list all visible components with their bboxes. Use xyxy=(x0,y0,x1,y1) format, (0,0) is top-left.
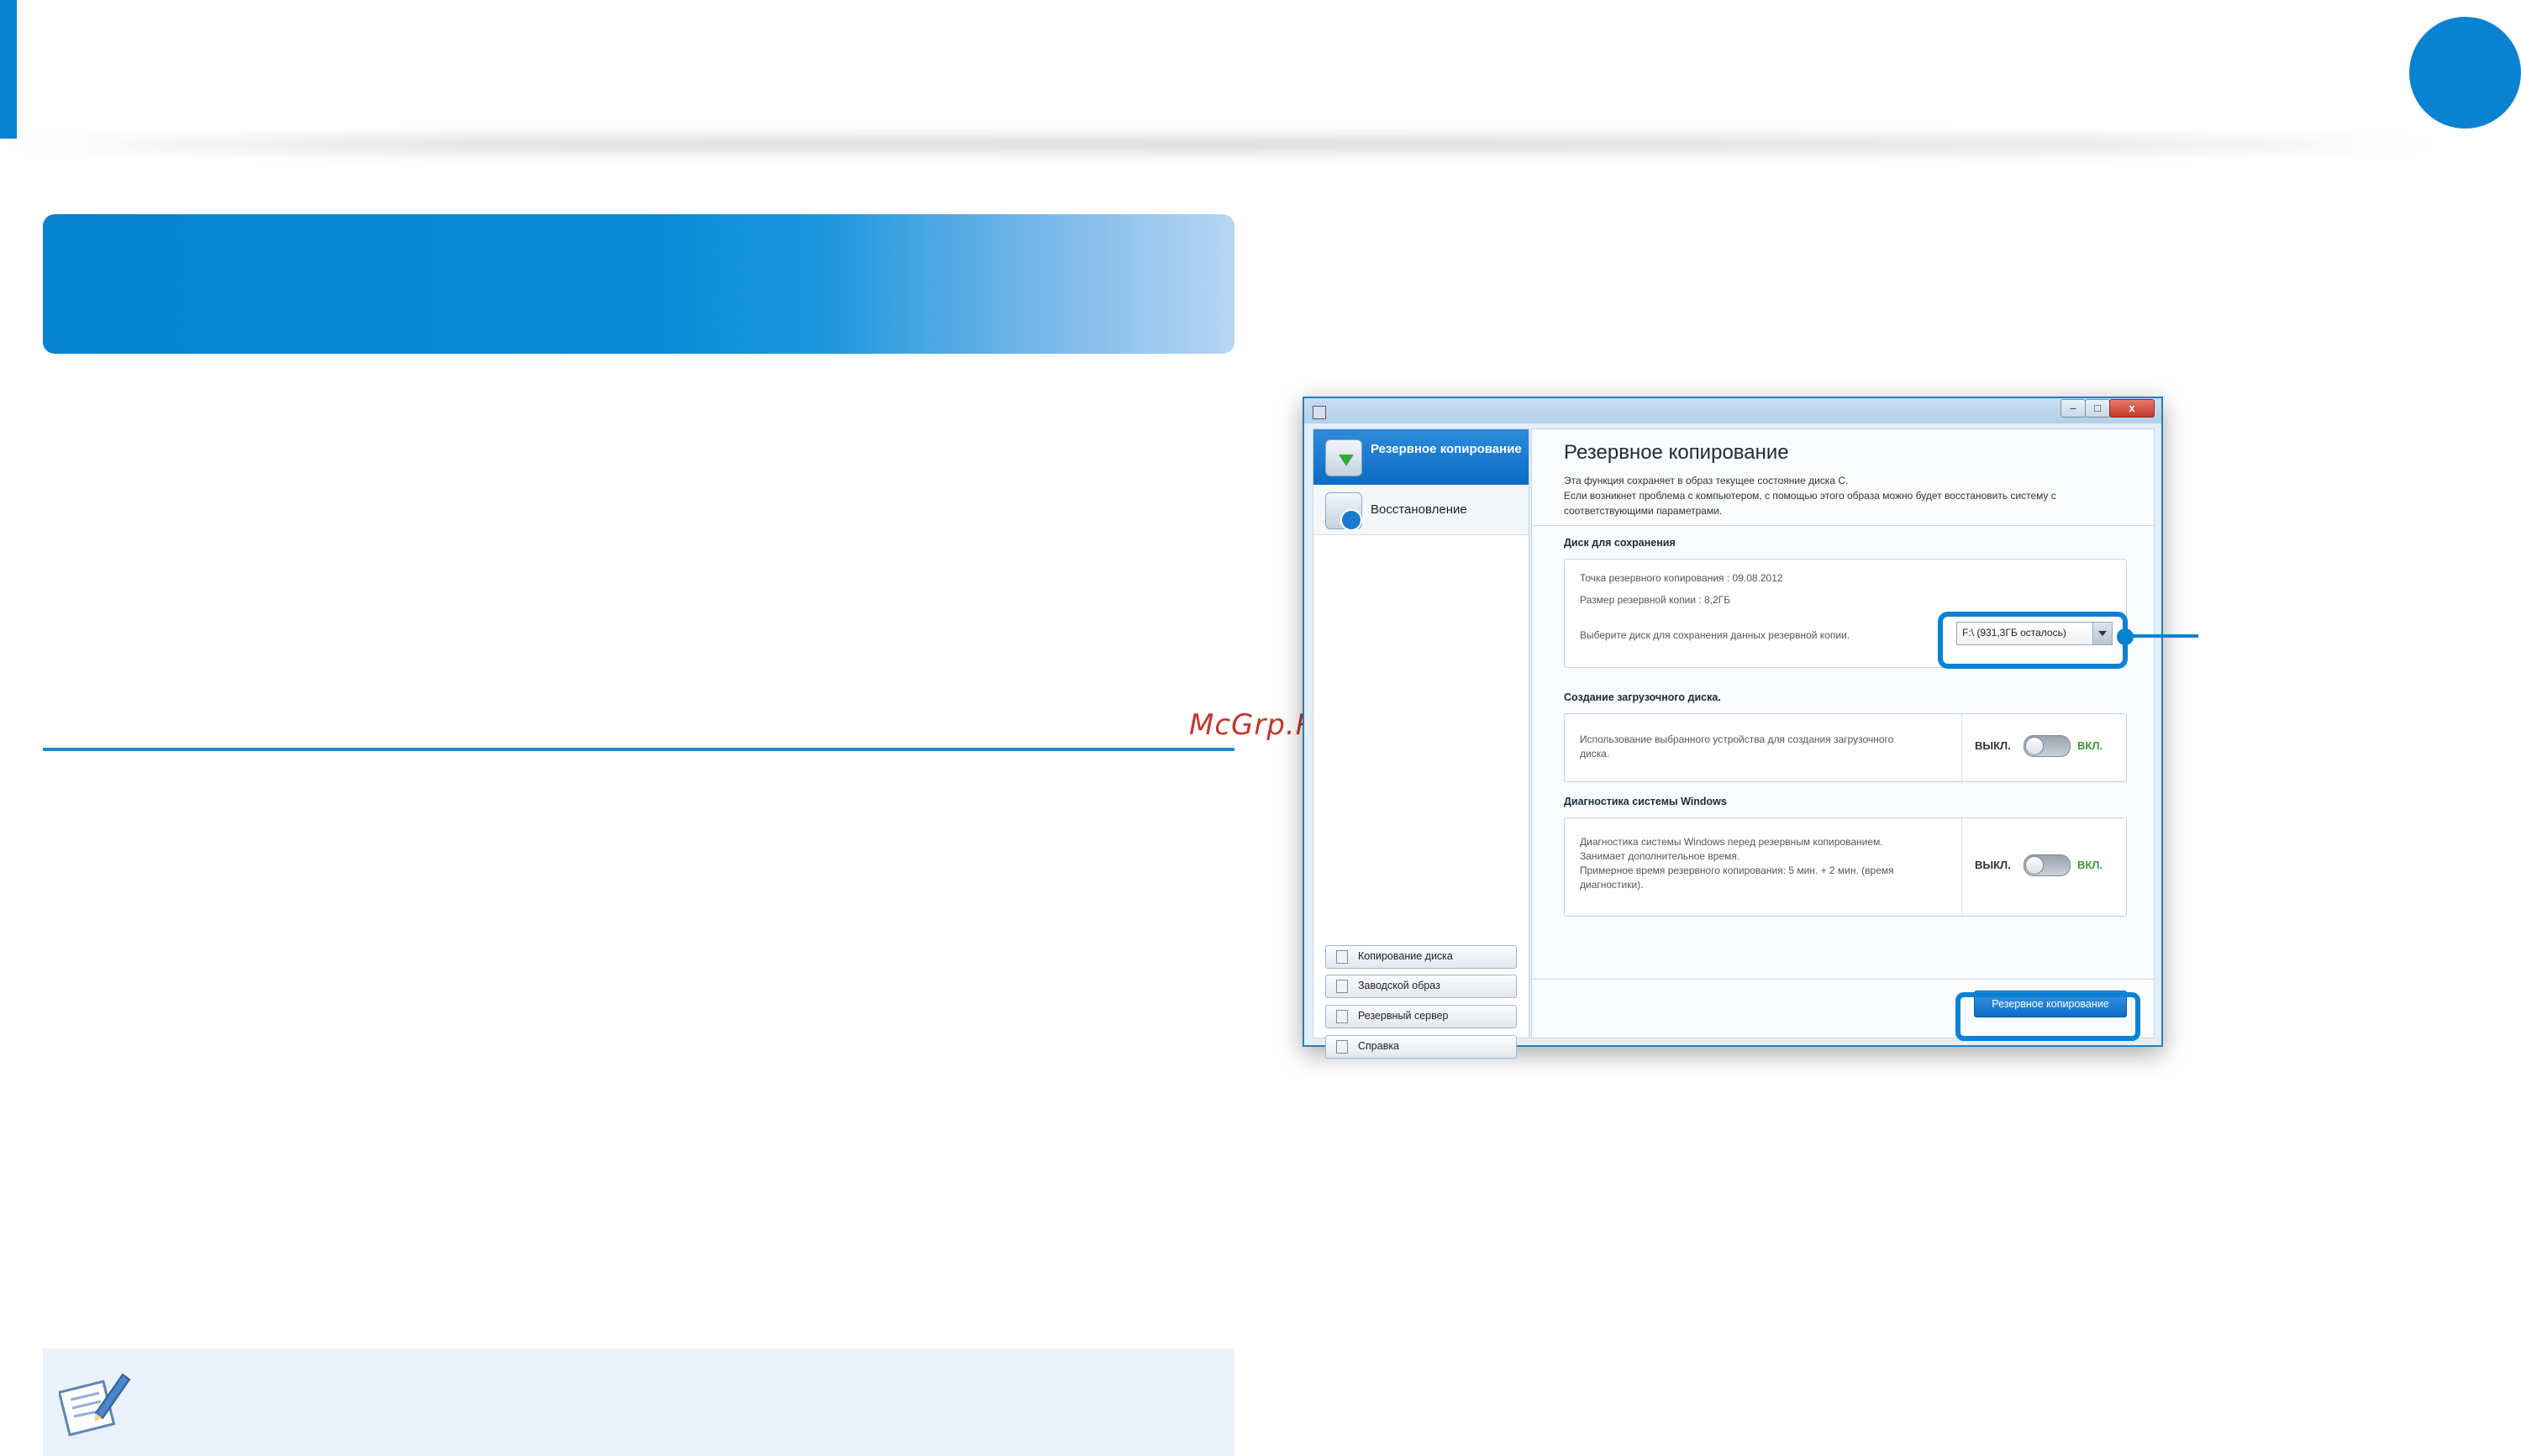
close-button[interactable]: x xyxy=(2109,399,2155,418)
diagnostics-text: Примерное время резервного копирования: … xyxy=(1580,865,1894,876)
diagnostics-toggle[interactable] xyxy=(2024,854,2071,876)
factory-image-icon xyxy=(1336,980,1348,993)
sidebar-item-restore[interactable]: Восстановление xyxy=(1313,486,1529,535)
minimize-button[interactable]: – xyxy=(2060,399,2086,418)
section-divider xyxy=(43,748,1234,751)
maximize-button[interactable]: □ xyxy=(2085,399,2110,418)
backup-size-text: Размер резервной копии : 8,2ГБ xyxy=(1580,594,1731,606)
page-title: Резервное копирование xyxy=(1564,441,1789,464)
sidebar-item-label: Резервное копирование xyxy=(1371,442,1522,456)
toggle-knob xyxy=(2025,856,2044,875)
backup-server-icon xyxy=(1336,1010,1348,1023)
boot-disk-toggle[interactable] xyxy=(2024,735,2071,757)
boot-disk-card: Использование выбранного устройства для … xyxy=(1564,713,2127,782)
diagnostics-text: Диагностика системы Windows перед резерв… xyxy=(1580,836,1883,848)
card-divider xyxy=(1961,818,1962,916)
description-line: Эта функция сохраняет в образ текущее со… xyxy=(1564,475,1849,486)
divider xyxy=(1532,979,2154,980)
card-divider xyxy=(1961,714,1962,781)
diagnostics-text: Занимает дополнительное время. xyxy=(1580,850,1740,862)
divider xyxy=(1532,525,2154,526)
boot-disk-text: диска. xyxy=(1580,748,1610,760)
backup-point-text: Точка резервного копирования : 09.08.201… xyxy=(1580,572,1783,584)
on-label: ВКЛ. xyxy=(2077,739,2103,752)
off-label: ВЫКЛ. xyxy=(1975,739,2011,752)
backup-app-window: – □ x Резервное копирование Восстановлен… xyxy=(1303,397,2163,1059)
description-line: соответствующими параметрами. xyxy=(1564,505,1723,517)
page-number-badge xyxy=(2409,17,2521,129)
window-titlebar[interactable]: – □ x xyxy=(1304,398,2161,423)
callout-line xyxy=(2124,634,2198,638)
diagnostics-text: диагностики). xyxy=(1580,879,1644,891)
download-arrow-icon xyxy=(1339,455,1354,466)
backup-button-callout xyxy=(1955,992,2140,1041)
button-label: Копирование диска xyxy=(1358,950,1453,962)
button-label: Справка xyxy=(1358,1040,1400,1052)
help-button[interactable]: Справка xyxy=(1325,1035,1517,1059)
sidebar: Резервное копирование Восстановление Коп… xyxy=(1313,428,1529,1059)
left-accent-stripe xyxy=(0,0,17,139)
help-icon xyxy=(1336,1040,1348,1054)
note-box xyxy=(43,1348,1234,1456)
header-shadow xyxy=(0,134,2437,155)
drive-select-callout xyxy=(1938,612,2128,669)
note-pencil-icon xyxy=(59,1373,131,1437)
choose-disk-text: Выберите диск для сохранения данных резе… xyxy=(1580,629,1850,641)
backup-server-button[interactable]: Резервный сервер xyxy=(1325,1005,1517,1028)
boot-disk-text: Использование выбранного устройства для … xyxy=(1580,733,1894,745)
description-line: Если возникнет проблема с компьютером, с… xyxy=(1564,490,2056,502)
section-title-diagnostics: Диагностика системы Windows xyxy=(1564,796,1727,807)
on-label: ВКЛ. xyxy=(2077,859,2103,871)
disk-copy-button[interactable]: Копирование диска xyxy=(1325,945,1517,969)
app-icon xyxy=(1313,406,1326,419)
diagnostics-card: Диагностика системы Windows перед резерв… xyxy=(1564,817,2127,917)
toggle-knob xyxy=(2025,737,2044,755)
title-banner xyxy=(43,214,1234,354)
button-label: Резервный сервер xyxy=(1358,1010,1449,1022)
button-label: Заводской образ xyxy=(1358,980,1440,991)
section-title-save-disk: Диск для сохранения xyxy=(1564,537,1676,549)
off-label: ВЫКЛ. xyxy=(1975,859,2011,871)
section-title-boot-disk: Создание загрузочного диска. xyxy=(1564,691,1721,703)
sidebar-item-backup[interactable]: Резервное копирование xyxy=(1313,429,1529,485)
content-panel: Резервное копирование Эта функция сохран… xyxy=(1531,428,2155,1038)
restore-badge-icon xyxy=(1340,509,1362,531)
sidebar-item-label: Восстановление xyxy=(1371,502,1467,517)
factory-image-button[interactable]: Заводской образ xyxy=(1325,975,1517,998)
disk-copy-icon xyxy=(1336,950,1348,964)
